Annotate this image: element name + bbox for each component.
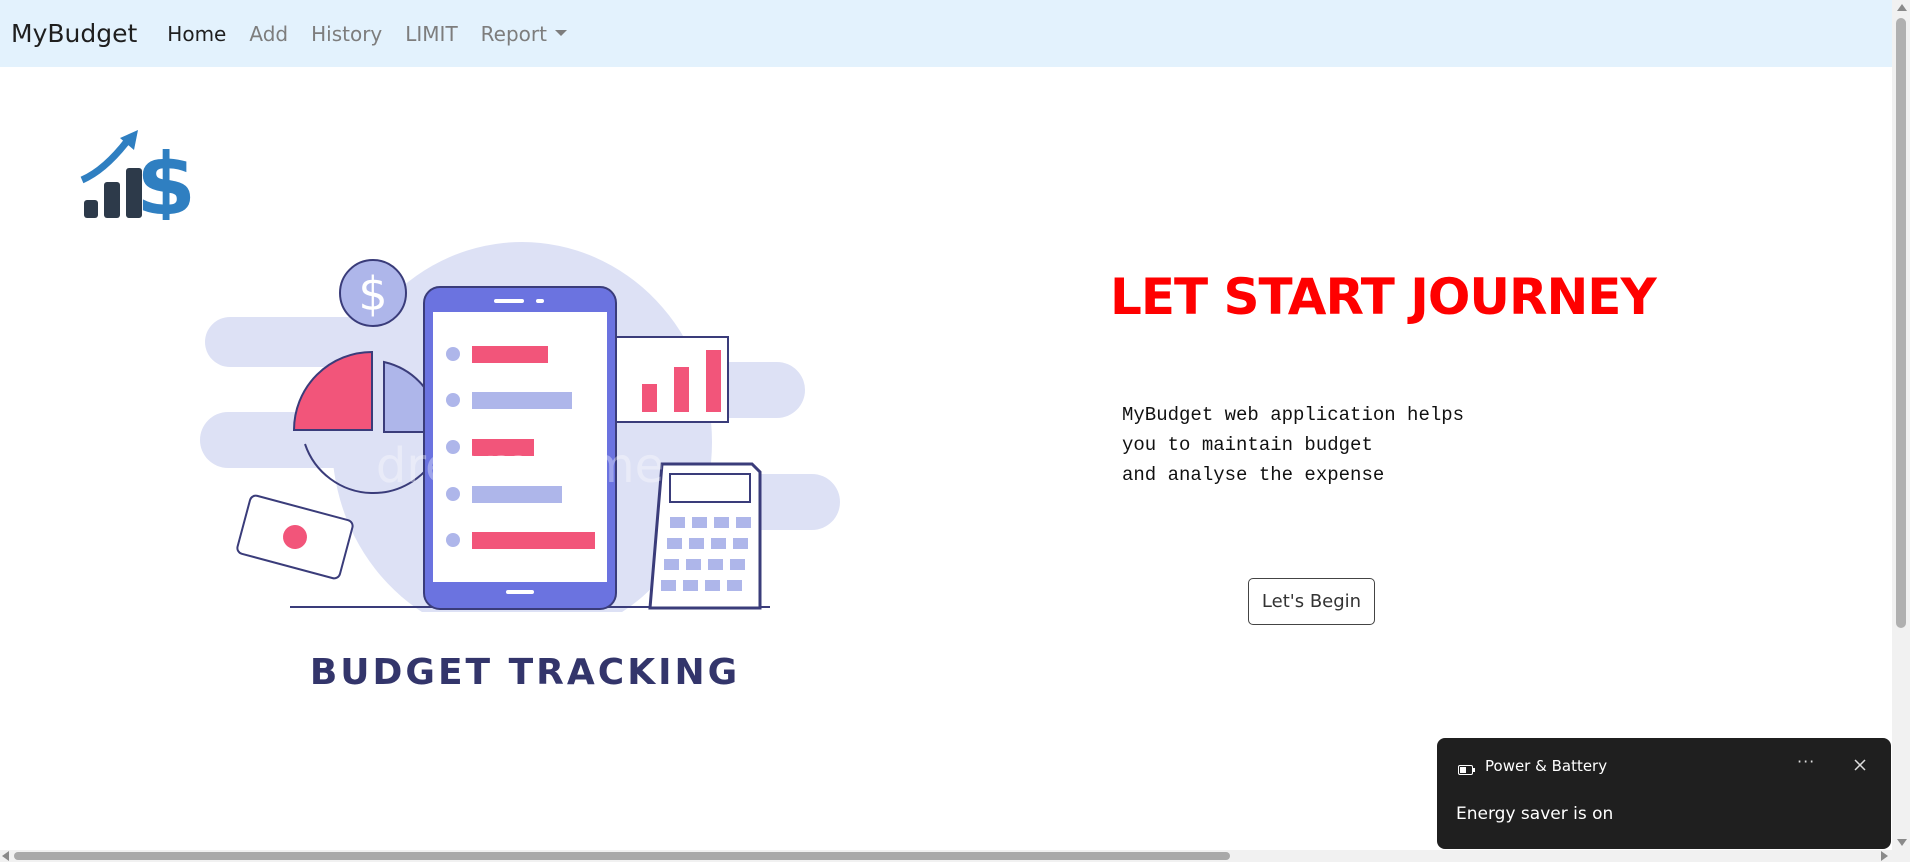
nav-link-limit[interactable]: LIMIT: [405, 22, 457, 46]
vertical-scrollbar[interactable]: [1892, 0, 1910, 850]
notification-message: Energy saver is on: [1456, 804, 1614, 824]
battery-icon: [1458, 765, 1475, 775]
illustration-caption: BUDGET TRACKING: [309, 652, 741, 693]
nav-link-history[interactable]: History: [311, 22, 382, 46]
navbar-brand[interactable]: MyBudget: [11, 19, 137, 48]
notification-title: Power & Battery: [1485, 757, 1608, 775]
svg-text:$: $: [136, 135, 196, 220]
svg-text:$: $: [358, 267, 387, 321]
watermark-text: dreamstime: [376, 438, 664, 494]
nav-dropdown-report[interactable]: Report: [481, 22, 567, 46]
nav-dropdown-report-label: Report: [480, 21, 547, 46]
hero-title: LET START JOURNEY: [1110, 268, 1657, 326]
nav-link-home[interactable]: Home: [167, 22, 226, 46]
budget-tracking-illustration: $ dreamstime: [200, 242, 840, 612]
lets-begin-button[interactable]: Let's Begin: [1248, 578, 1375, 625]
more-options-icon[interactable]: ···: [1797, 752, 1815, 771]
scroll-right-arrow-icon[interactable]: [1881, 851, 1888, 861]
navbar: MyBudget Home Add History LIMIT Report: [0, 0, 1892, 67]
scroll-left-arrow-icon[interactable]: [2, 851, 9, 861]
logo-chart-dollar-icon: $: [80, 130, 196, 220]
vertical-scrollbar-thumb[interactable]: [1896, 18, 1906, 628]
hero-description-line: MyBudget web application helps: [1122, 404, 1465, 426]
close-icon[interactable]: [1850, 755, 1870, 775]
nav-links: Home Add History LIMIT Report: [167, 22, 590, 46]
power-battery-notification[interactable]: Power & Battery ··· Energy saver is on: [1437, 738, 1891, 849]
horizontal-scrollbar-thumb[interactable]: [14, 852, 1230, 860]
hero-description-line: and analyse the expense: [1122, 464, 1385, 486]
caret-down-icon: [554, 30, 567, 36]
hero-description: MyBudget web application helps you to ma…: [1122, 400, 1464, 490]
hero-description-line: you to maintain budget: [1122, 434, 1373, 456]
scroll-up-arrow-icon[interactable]: [1897, 4, 1907, 11]
horizontal-scrollbar[interactable]: [0, 850, 1910, 862]
nav-link-add[interactable]: Add: [249, 22, 288, 46]
scroll-down-arrow-icon[interactable]: [1897, 839, 1907, 846]
